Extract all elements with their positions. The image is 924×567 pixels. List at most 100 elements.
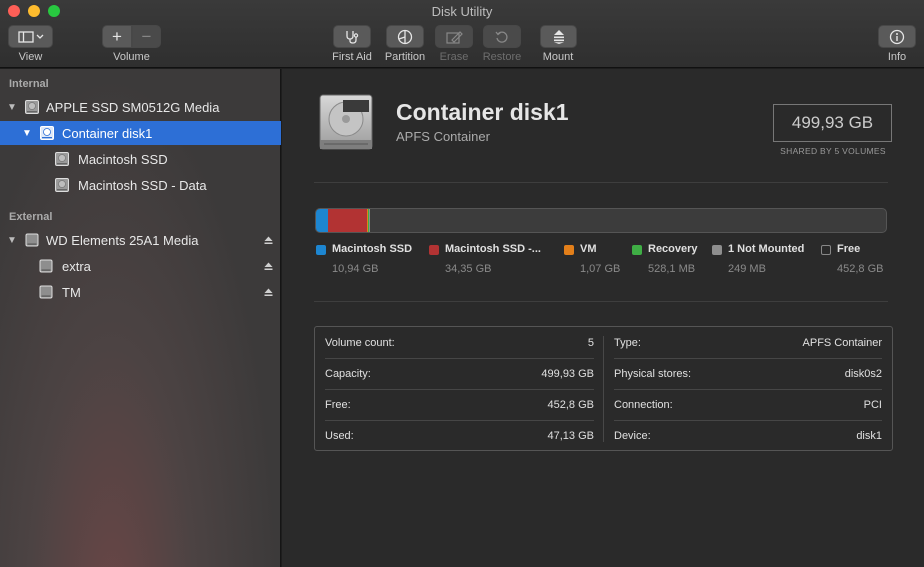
info-row-used: Used: 47,13 GB	[325, 420, 594, 451]
restore-button[interactable]	[483, 25, 521, 48]
legend-size: 528,1 MB	[648, 263, 696, 275]
info-row-type: Type: APFS Container	[614, 327, 882, 358]
remove-volume-button[interactable]: −	[132, 25, 161, 48]
minus-icon: −	[141, 26, 152, 46]
info-value: PCI	[863, 398, 882, 411]
sidebar-item-macintosh-ssd-data[interactable]: Macintosh SSD - Data	[0, 173, 281, 197]
sidebar-item-macintosh-ssd[interactable]: Macintosh SSD	[0, 147, 281, 171]
mount-button[interactable]	[540, 25, 577, 48]
sidebar-icon	[17, 30, 43, 43]
window-title: Disk Utility	[431, 4, 493, 19]
info-label: Physical stores:	[614, 367, 692, 380]
legend-size: 452,8 GB	[837, 263, 884, 275]
shared-by-label: SHARED BY 5 VOLUMES	[780, 146, 886, 156]
info-value: 5	[587, 336, 594, 349]
info-label: Device:	[614, 429, 651, 442]
mount-label: Mount	[542, 51, 574, 63]
legend-swatch	[632, 245, 642, 255]
usage-segment	[369, 209, 370, 232]
stethoscope-icon	[346, 30, 359, 44]
info-column-left: Volume count: 5 Capacity: 499,93 GB Free…	[315, 327, 604, 450]
legend-swatch	[712, 245, 722, 255]
erase-label: Erase	[439, 51, 469, 63]
sidebar-item-label: extra	[62, 258, 91, 274]
disclosure-triangle-icon[interactable]: ▼	[7, 235, 17, 246]
sidebar-item-label: WD Elements 25A1 Media	[46, 232, 199, 248]
sidebar-item-container-disk1[interactable]: ▼ Container disk1	[0, 121, 281, 145]
eject-icon[interactable]	[264, 236, 273, 245]
disclosure-triangle-icon[interactable]: ▼	[22, 128, 32, 139]
disk-title: Container disk1	[396, 99, 569, 125]
legend-swatch	[429, 245, 439, 255]
sidebar: Internal ▼ APPLE SSD SM0512G Media ▼ Con…	[0, 69, 281, 567]
restore-icon	[495, 31, 508, 43]
disclosure-triangle-icon[interactable]: ▼	[7, 102, 17, 113]
info-label: Capacity:	[325, 367, 371, 380]
info-value: 452,8 GB	[547, 398, 594, 411]
volume-label: Volume	[113, 51, 150, 63]
internal-section-label: Internal	[9, 78, 49, 90]
hard-drive-icon	[319, 94, 373, 150]
erase-button[interactable]	[435, 25, 473, 48]
eject-icon[interactable]	[264, 288, 273, 297]
info-row-device: Device: disk1	[614, 420, 882, 451]
capacity-box: 499,93 GB	[773, 104, 892, 142]
volume-icon	[55, 178, 69, 192]
info-row-physical-stores: Physical stores: disk0s2	[614, 358, 882, 389]
capacity-value: 499,93 GB	[791, 113, 874, 132]
partition-button[interactable]	[386, 25, 424, 48]
add-volume-button[interactable]: +	[102, 25, 132, 48]
info-row-volume-count: Volume count: 5	[325, 327, 594, 358]
first-aid-label: First Aid	[332, 51, 372, 63]
divider	[314, 301, 888, 302]
sidebar-item-label: Macintosh SSD - Data	[78, 177, 207, 193]
first-aid-button[interactable]	[333, 25, 371, 48]
usage-segment	[328, 209, 367, 232]
sidebar-item-extra[interactable]: extra	[0, 254, 281, 278]
legend-name: 1 Not Mounted	[728, 243, 805, 255]
external-volume-icon	[39, 285, 53, 299]
external-section-label: External	[9, 211, 53, 223]
info-value: 499,93 GB	[541, 367, 594, 380]
info-label: Connection:	[614, 398, 673, 411]
legend-size: 10,94 GB	[332, 263, 379, 275]
disk-subtitle: APFS Container	[396, 129, 490, 144]
info-label: Free:	[325, 398, 351, 411]
info-label: Used:	[325, 429, 354, 442]
info-icon	[889, 29, 905, 44]
legend-size: 34,35 GB	[445, 263, 492, 275]
info-row-connection: Connection: PCI	[614, 389, 882, 420]
partition-icon	[397, 29, 413, 44]
eject-icon[interactable]	[264, 262, 273, 271]
legend-name: Macintosh SSD -...	[445, 243, 541, 255]
sidebar-item-label: APPLE SSD SM0512G Media	[46, 99, 220, 115]
sidebar-item-label: Container disk1	[62, 125, 153, 141]
sidebar-item-wd-elements[interactable]: ▼ WD Elements 25A1 Media	[0, 228, 281, 252]
sidebar-item-apple-ssd[interactable]: ▼ APPLE SSD SM0512G Media	[0, 95, 281, 119]
view-button[interactable]	[8, 25, 53, 48]
erase-icon	[446, 30, 463, 44]
info-row-capacity: Capacity: 499,93 GB	[325, 358, 594, 389]
usage-bar	[315, 208, 887, 233]
usage-segment	[316, 209, 328, 232]
external-drive-icon	[25, 233, 39, 247]
legend-size: 1,07 GB	[580, 263, 621, 275]
info-value: APFS Container	[802, 336, 882, 349]
sidebar-item-tm[interactable]: TM	[0, 280, 281, 304]
legend-name: Macintosh SSD	[332, 243, 413, 255]
legend-swatch	[316, 245, 326, 255]
info-label: Volume count:	[325, 336, 395, 349]
container-icon	[40, 126, 54, 140]
sidebar-item-label: TM	[62, 284, 81, 300]
restore-label: Restore	[482, 51, 522, 63]
plus-icon: +	[112, 26, 122, 46]
info-label: Type:	[614, 336, 641, 349]
info-value: 47,13 GB	[547, 429, 594, 442]
partition-label: Partition	[384, 51, 426, 63]
main-panel: Container disk1 APFS Container 499,93 GB…	[282, 69, 924, 567]
legend-name: Free	[837, 243, 861, 255]
info-button[interactable]	[878, 25, 916, 48]
divider	[314, 182, 888, 183]
mount-icon	[553, 29, 564, 44]
legend-size: 249 MB	[728, 263, 766, 275]
